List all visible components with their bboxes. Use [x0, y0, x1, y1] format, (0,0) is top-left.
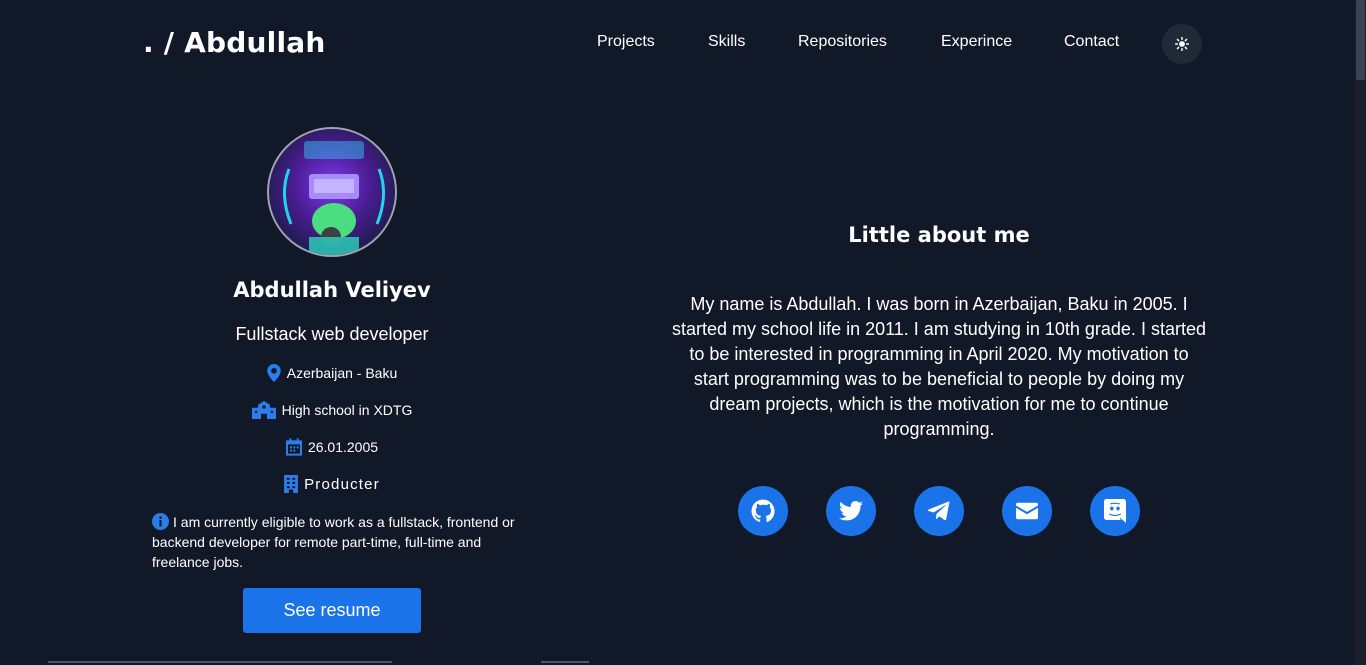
birthdate-row: 26.01.2005 [130, 438, 534, 456]
discord-icon [1104, 499, 1126, 523]
avatar-illustration [283, 141, 385, 255]
nav-contact[interactable]: Contact [1064, 33, 1119, 51]
scrollbar-thumb[interactable] [1356, 0, 1365, 80]
discord-link[interactable] [1090, 486, 1140, 536]
github-icon [751, 499, 775, 523]
see-resume-button[interactable]: See resume [243, 588, 421, 633]
avatar [267, 127, 397, 257]
twitter-link[interactable] [826, 486, 876, 536]
about-title: Little about me [848, 223, 1030, 247]
calendar-icon [285, 438, 302, 456]
school-icon [251, 401, 276, 419]
availability-text: I am currently eligible to work as a ful… [152, 514, 515, 570]
info-icon [152, 513, 169, 530]
divider [48, 661, 392, 663]
sun-icon [1175, 37, 1189, 51]
site-logo[interactable]: . / Abdullah [143, 26, 325, 59]
map-pin-icon [266, 364, 281, 382]
nav-repositories[interactable]: Repositories [798, 33, 887, 51]
email-link[interactable] [1002, 486, 1052, 536]
telegram-icon [928, 501, 950, 521]
github-link[interactable] [738, 486, 788, 536]
nav-experience[interactable]: Experince [941, 33, 1012, 51]
company-row: Producter [130, 475, 534, 493]
header: . / Abdullah Projects Skills Repositorie… [0, 0, 1355, 88]
location-text: Azerbaijan - Baku [286, 365, 398, 381]
telegram-link[interactable] [914, 486, 964, 536]
school-row: High school in XDTG [130, 401, 534, 419]
mail-icon [1016, 502, 1038, 520]
scrollbar-track[interactable] [1355, 0, 1366, 665]
twitter-icon [839, 500, 863, 521]
school-text: High school in XDTG [281, 402, 413, 418]
theme-toggle-button[interactable] [1162, 24, 1202, 64]
company-text: Producter [304, 475, 380, 493]
building-icon [284, 475, 299, 493]
divider [541, 661, 589, 663]
nav-skills[interactable]: Skills [708, 33, 745, 51]
profile-name: Abdullah Veliyev [233, 278, 431, 302]
birthdate-text: 26.01.2005 [307, 439, 379, 455]
location-row: Azerbaijan - Baku [130, 364, 534, 382]
availability-note: I am currently eligible to work as a ful… [152, 512, 522, 572]
nav-projects[interactable]: Projects [597, 33, 655, 51]
profile-role: Fullstack web developer [235, 324, 429, 344]
about-text: My name is Abdullah. I was born in Azerb… [672, 294, 1206, 439]
